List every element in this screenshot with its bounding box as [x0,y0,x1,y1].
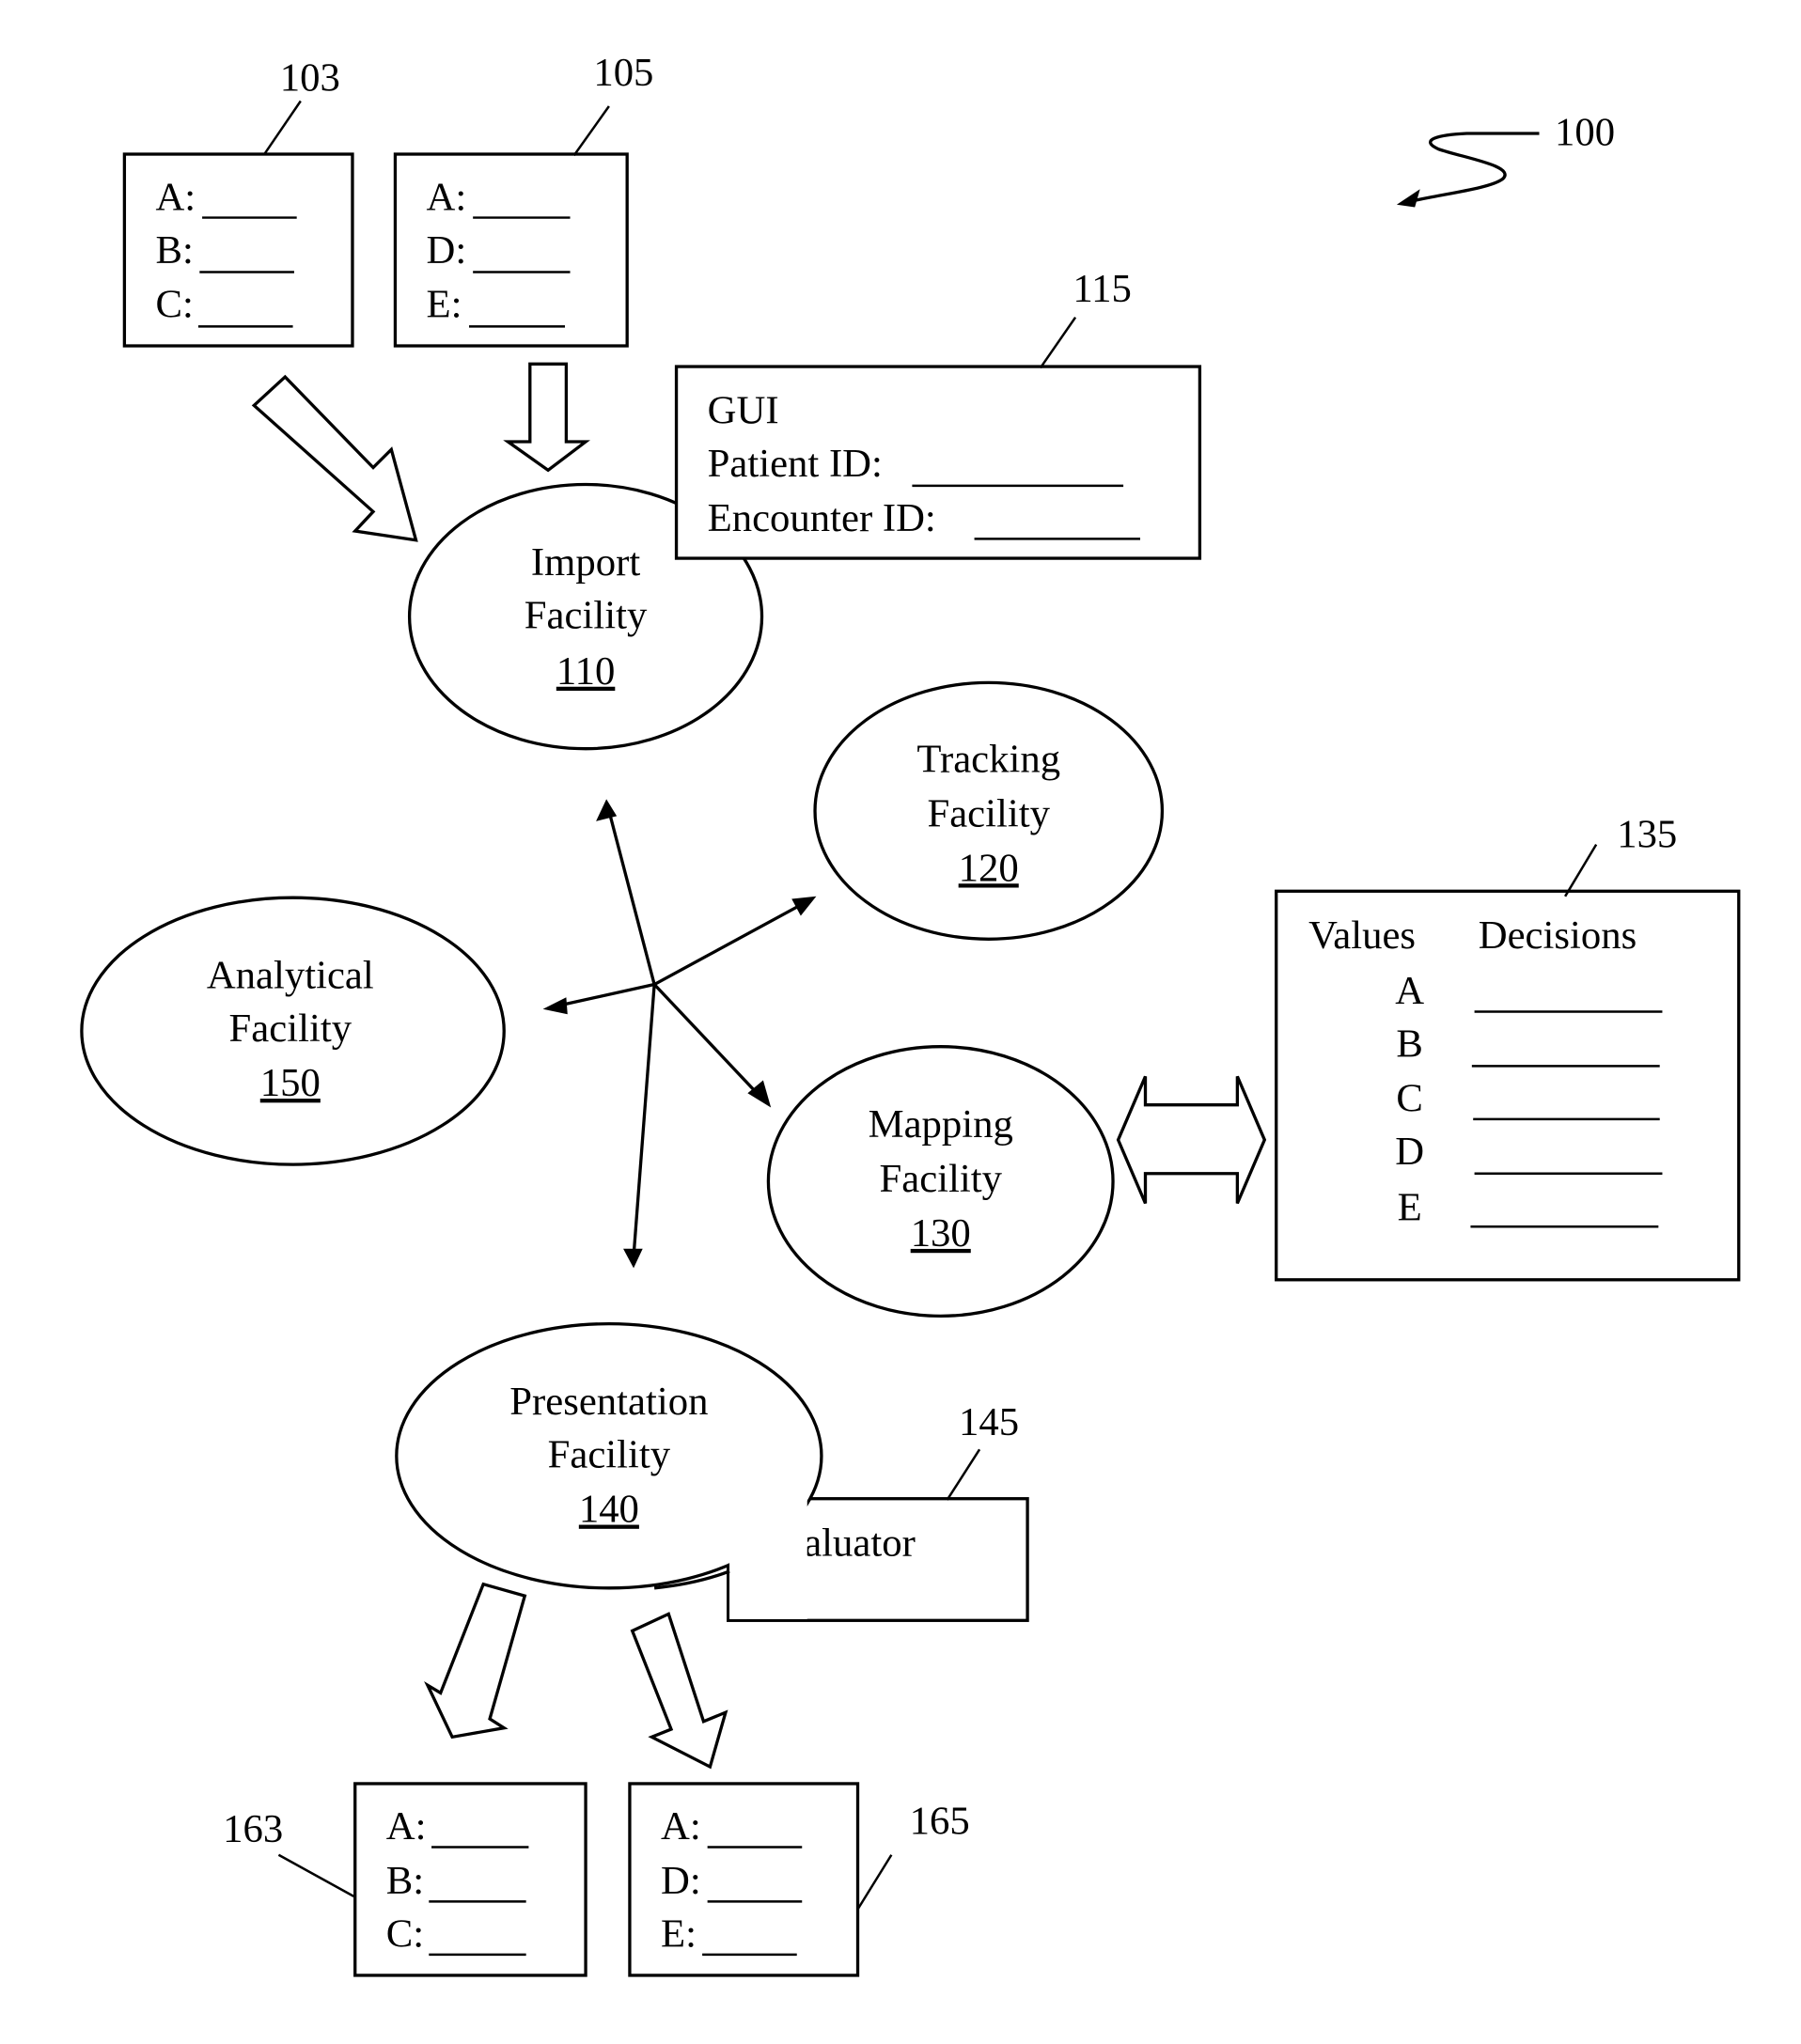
form-163: 163 A: B: C: [223,1782,587,1977]
form-105: 105 A: D: E: [393,51,653,348]
form-field-label: E: [427,283,462,327]
form-field-label: C: [386,1912,424,1957]
arrow-head-icon [623,1248,643,1269]
facility-name: Facility [879,1157,1002,1201]
form-field-label: A: [386,1804,427,1849]
gui-panel: 115 GUI Patient ID: Encounter ID: [674,267,1202,560]
output-arrow-left-icon [424,1582,527,1740]
form-field-label: A: [155,175,196,219]
gui-title: GUI [708,389,779,433]
form-165: 165 A: D: E: [628,1782,970,1977]
form-field-label: A: [661,1804,701,1849]
patent-diagram: 100 103 A: B: C: 105 A: D: E: Import Fac… [80,51,1741,1977]
form-ref-label: 163 [223,1807,283,1851]
figure-arrow-icon [1396,189,1420,208]
gui-field-label: Encounter ID: [708,496,936,540]
table-header-decisions: Decisions [1479,913,1637,958]
facility-name: Facility [229,1006,352,1051]
facility-name: Facility [927,791,1050,835]
facility-name: Tracking [916,737,1060,781]
bidirectional-arrow-icon [1116,1075,1267,1205]
evaluator-ref-label: 145 [959,1400,1019,1444]
facility-ref: 150 [260,1061,321,1105]
form-field-label: B: [155,228,193,273]
figure-reference: 100 [1396,110,1615,208]
table-ref-label: 135 [1617,812,1677,856]
gui-field-label: Patient ID: [708,442,883,486]
import-arrow-down-icon [503,362,590,473]
form-ref-label: 103 [280,55,340,100]
arrow-head-icon [596,799,618,821]
table-value: A [1395,969,1424,1013]
form-103: 103 A: B: C: [122,55,354,348]
facility-ref: 130 [911,1211,971,1256]
decision-table: 135 Values Decisions A B C D E [1275,812,1741,1282]
table-value: D [1395,1130,1424,1174]
facility-name: Facility [548,1433,671,1477]
facility-ref: 110 [556,649,616,694]
facility-name: Mapping [869,1102,1013,1147]
table-header-values: Values [1308,913,1416,958]
table-value: C [1396,1077,1423,1121]
arrow-head-icon [791,896,817,916]
gui-ref-label: 115 [1073,267,1132,311]
form-field-label: B: [386,1859,424,1903]
table-value: B [1396,1022,1423,1067]
facility-name: Analytical [207,954,374,998]
form-ref-label: 105 [593,51,653,95]
table-value: E [1398,1185,1422,1229]
facility-name: Presentation [509,1380,708,1424]
arrow-head-icon [542,997,568,1015]
form-field-label: A: [427,175,467,219]
facility-ref: 120 [959,846,1019,890]
presentation-facility[interactable]: Presentation Facility 140 [395,1321,823,1619]
form-field-label: C: [155,283,193,327]
facility-ref: 140 [579,1488,639,1532]
form-field-label: D: [427,228,467,273]
facility-name: Import [531,540,640,585]
mapping-facility[interactable]: Mapping Facility 130 [766,1045,1115,1318]
form-field-label: E: [661,1912,697,1957]
import-arrow-diagonal-icon [251,374,418,542]
arrow-head-icon [747,1080,772,1108]
form-ref-label: 165 [910,1800,970,1844]
output-arrow-right-icon [630,1612,728,1770]
form-field-label: D: [661,1859,701,1903]
figure-ref-label: 100 [1555,110,1615,154]
facility-name: Facility [525,593,648,637]
analytical-facility[interactable]: Analytical Facility 150 [80,896,506,1166]
tracking-facility[interactable]: Tracking Facility 120 [813,680,1165,941]
